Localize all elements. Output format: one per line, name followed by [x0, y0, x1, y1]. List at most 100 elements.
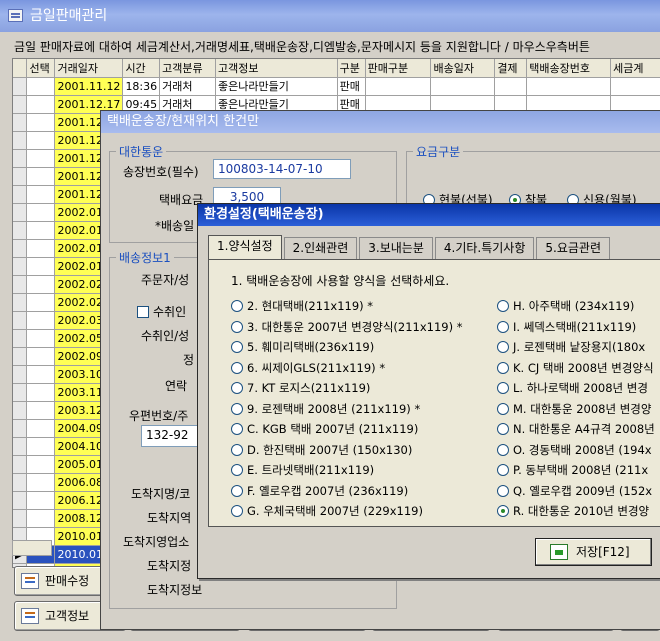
form-option[interactable]: K. CJ 택배 2008년 변경양식 [497, 360, 654, 376]
cell-select[interactable] [26, 185, 56, 204]
row-indicator[interactable] [13, 401, 28, 420]
form-option[interactable]: 9. 로젠택배 2008년 (211x119) * [231, 401, 420, 417]
form-option[interactable]: H. 아주택배 (234x119) [497, 298, 634, 314]
form-option[interactable]: 3. 대한통운 2007년 변경양식(211x119) * [231, 319, 463, 335]
cell-select[interactable] [26, 437, 56, 456]
col-type[interactable]: 구분 [337, 59, 366, 78]
cell-select[interactable] [26, 77, 56, 96]
row-indicator[interactable] [13, 95, 28, 114]
cell-payment[interactable] [494, 77, 528, 96]
form-option[interactable]: E. 트라넷택배(211x119) [231, 462, 374, 478]
row-indicator[interactable] [13, 221, 28, 240]
tab-notes[interactable]: 4.기타.특기사항 [434, 237, 535, 259]
form-option[interactable]: J. 로젠택배 낱장용지(180x [497, 339, 645, 355]
row-indicator[interactable] [13, 455, 28, 474]
tab-print[interactable]: 2.인쇄관련 [283, 237, 358, 259]
cell-select[interactable] [26, 473, 56, 492]
cell-select[interactable] [26, 113, 56, 132]
cell-select[interactable] [26, 221, 56, 240]
form-option[interactable]: D. 한진택배 2007년 (150x130) [231, 442, 412, 458]
save-button[interactable]: 저장[F12] [535, 538, 652, 566]
row-indicator[interactable] [13, 239, 28, 258]
tab-form-settings[interactable]: 1.양식설정 [208, 235, 282, 260]
cell-select[interactable] [26, 149, 56, 168]
form-option[interactable]: Q. 옐로우캡 2009년 (152x [497, 483, 652, 499]
zip-field[interactable]: 132-92 [141, 425, 201, 447]
form-option[interactable]: 5. 훼미리택배(236x119) [231, 339, 374, 355]
form-option[interactable]: C. KGB 택배 2007년 (211x119) [231, 421, 418, 437]
row-indicator[interactable] [13, 131, 28, 150]
tab-sender[interactable]: 3.보내는분 [359, 237, 433, 259]
cell-tax[interactable] [610, 77, 660, 96]
cell-select[interactable] [26, 275, 56, 294]
row-indicator[interactable] [13, 491, 28, 510]
row-indicator[interactable] [13, 275, 28, 294]
col-delivery-date[interactable]: 배송일자 [430, 59, 496, 78]
form-option[interactable]: L. 하나로택배 2008년 변경 [497, 380, 648, 396]
form-option[interactable]: N. 대한통운 A4규격 2008년 [497, 421, 655, 437]
cell-select[interactable] [26, 365, 56, 384]
row-indicator[interactable] [13, 293, 28, 312]
cell-select[interactable] [26, 311, 56, 330]
cell-select[interactable] [26, 329, 56, 348]
cell-select[interactable] [26, 419, 56, 438]
table-row[interactable]: 2001.11.12 18:36 거래처 좋은나라만들기 판매 [13, 77, 660, 96]
row-indicator[interactable] [13, 257, 28, 276]
cell-select[interactable] [26, 131, 56, 150]
row-indicator[interactable] [13, 365, 28, 384]
col-payment[interactable]: 결제 [494, 59, 528, 78]
cell-customer-category[interactable]: 거래처 [159, 77, 217, 96]
cell-sales-type[interactable] [365, 77, 432, 96]
cell-select[interactable] [26, 383, 56, 402]
form-option[interactable]: P. 동부택배 2008년 (211x [497, 462, 648, 478]
cell-select[interactable] [26, 491, 56, 510]
row-indicator[interactable] [13, 347, 28, 366]
row-indicator[interactable] [13, 185, 28, 204]
row-indicator[interactable] [13, 437, 28, 456]
col-date[interactable]: 거래일자 [54, 59, 124, 78]
cell-select[interactable] [26, 293, 56, 312]
form-option[interactable]: 2. 현대택배(211x119) * [231, 298, 373, 314]
cell-delivery-date[interactable] [430, 77, 496, 96]
form-option[interactable]: I. 쎄덱스택배(211x119) [497, 319, 636, 335]
form-option[interactable]: G. 우체국택배 2007년 (229x119) [231, 503, 423, 519]
cell-select[interactable] [26, 257, 56, 276]
col-customer-category[interactable]: 고객분류 [159, 59, 217, 78]
col-tax[interactable]: 세금계 [610, 59, 660, 78]
horizontal-scrollbar[interactable] [12, 540, 52, 556]
row-indicator[interactable] [13, 77, 28, 96]
form-option[interactable]: M. 대한통운 2008년 변경양 [497, 401, 651, 417]
cell-tracking-no[interactable] [526, 77, 612, 96]
cell-select[interactable] [26, 347, 56, 366]
form-option[interactable]: F. 옐로우캡 2007년 (236x119) [231, 483, 408, 499]
form-option[interactable]: O. 경동택배 2008년 (194x [497, 442, 652, 458]
col-time[interactable]: 시간 [122, 59, 161, 78]
col-sales-type[interactable]: 판매구분 [365, 59, 432, 78]
row-indicator[interactable] [13, 311, 28, 330]
form-option[interactable]: 6. 씨제이GLS(211x119) * [231, 360, 385, 376]
cell-time[interactable]: 18:36 [122, 77, 161, 96]
cell-date[interactable]: 2001.11.12 [54, 77, 124, 96]
cell-customer-info[interactable]: 좋은나라만들기 [215, 77, 338, 96]
cell-select[interactable] [26, 239, 56, 258]
col-customer-info[interactable]: 고객정보 [215, 59, 338, 78]
col-select[interactable]: 선택 [26, 59, 56, 78]
row-indicator[interactable] [13, 167, 28, 186]
cell-type[interactable]: 판매 [337, 77, 366, 96]
cell-select[interactable] [26, 509, 56, 528]
row-indicator[interactable] [13, 149, 28, 168]
form-option[interactable]: 7. KT 로지스(211x119) [231, 380, 370, 396]
row-indicator[interactable] [13, 473, 28, 492]
tab-fees[interactable]: 5.요금관련 [536, 237, 611, 259]
row-indicator[interactable] [13, 383, 28, 402]
row-indicator[interactable] [13, 113, 28, 132]
cell-select[interactable] [26, 167, 56, 186]
sales-edit-button[interactable]: 판매수정 [14, 566, 114, 596]
col-tracking-no[interactable]: 택배송장번호 [526, 59, 612, 78]
cell-select[interactable] [26, 95, 56, 114]
receiver-checkbox[interactable]: 수취인 [137, 303, 186, 320]
row-indicator[interactable] [13, 419, 28, 438]
row-indicator[interactable] [13, 509, 28, 528]
invoice-number-field[interactable]: 100803-14-07-10 [213, 159, 351, 179]
row-indicator[interactable] [13, 203, 28, 222]
